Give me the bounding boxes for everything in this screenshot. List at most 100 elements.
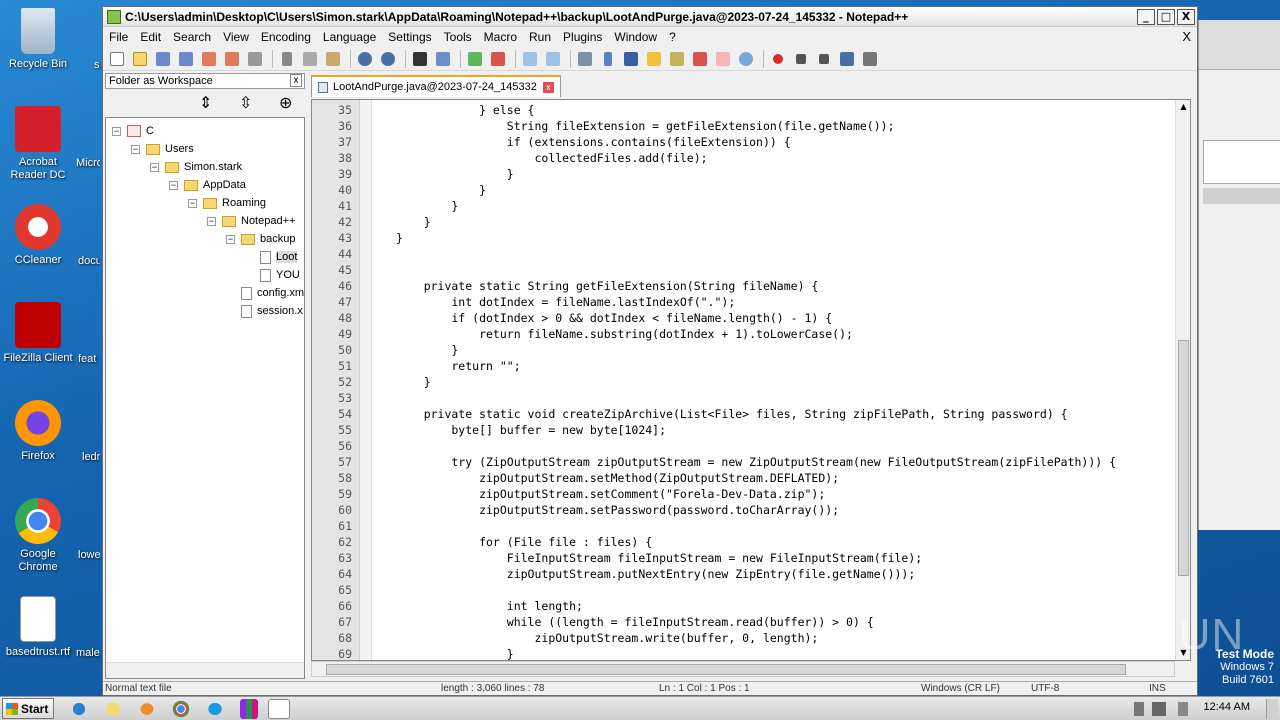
- fold-margin[interactable]: [360, 100, 372, 660]
- menu-file[interactable]: File: [103, 30, 134, 44]
- collapse-icon[interactable]: −: [131, 144, 140, 154]
- edge-icon[interactable]: [204, 699, 226, 719]
- code-line[interactable]: int dotIndex = fileName.lastIndexOf(".")…: [396, 294, 735, 310]
- minimize-button[interactable]: _: [1137, 8, 1155, 25]
- function-list-icon[interactable]: [690, 49, 710, 69]
- close-all-icon[interactable]: [222, 49, 242, 69]
- menu-view[interactable]: View: [217, 30, 255, 44]
- menu-language[interactable]: Language: [317, 30, 382, 44]
- desktop-icon-filezilla[interactable]: FileZilla Client: [0, 302, 76, 365]
- scroll-thumb[interactable]: [326, 664, 1126, 675]
- collapse-icon[interactable]: −: [207, 216, 216, 226]
- desktop-icon-partial-label[interactable]: male: [76, 647, 100, 659]
- internet-explorer-icon[interactable]: [68, 699, 90, 719]
- code-line[interactable]: }: [396, 198, 458, 214]
- tree-node[interactable]: − Users: [131, 140, 194, 158]
- code-line[interactable]: String fileExtension = getFileExtension(…: [396, 118, 895, 134]
- folder-workspace-icon[interactable]: [713, 49, 733, 69]
- word-wrap-icon[interactable]: [575, 49, 595, 69]
- tree-horizontal-scrollbar[interactable]: [106, 662, 304, 678]
- code-line[interactable]: int length;: [396, 598, 583, 614]
- desktop-icon-partial-label[interactable]: s: [94, 59, 102, 71]
- menu-window[interactable]: Window: [608, 30, 663, 44]
- desktop-icon-partial-label[interactable]: Micro: [76, 157, 100, 169]
- code-line[interactable]: }: [396, 342, 458, 358]
- tree-node[interactable]: Loot: [260, 248, 298, 266]
- code-line[interactable]: return fileName.substring(dotIndex + 1).…: [396, 326, 853, 342]
- close-document-button[interactable]: X: [1182, 29, 1191, 44]
- scroll-up-icon[interactable]: ▲: [1177, 100, 1190, 114]
- volume-icon[interactable]: [1134, 702, 1144, 716]
- code-line[interactable]: zipOutputStream.setPassword(password.toC…: [396, 502, 839, 518]
- menu-edit[interactable]: Edit: [134, 30, 167, 44]
- scroll-thumb[interactable]: [1178, 340, 1189, 576]
- background-window[interactable]: [1198, 20, 1280, 530]
- tree-node[interactable]: − C: [112, 122, 154, 140]
- start-button[interactable]: Start: [2, 698, 54, 719]
- tab-lootandpurge[interactable]: LootAndPurge.java@2023-07-24_145332 x: [311, 75, 561, 97]
- code-line[interactable]: if (extensions.contains(fileExtension)) …: [396, 134, 791, 150]
- collapse-icon[interactable]: −: [150, 162, 159, 172]
- tree-node[interactable]: − Notepad++: [207, 212, 295, 230]
- show-all-chars-icon[interactable]: [598, 49, 618, 69]
- code-line[interactable]: byte[] buffer = new byte[1024];: [396, 422, 666, 438]
- run-macro-multiple-icon[interactable]: [837, 49, 857, 69]
- winrar-icon[interactable]: [240, 699, 258, 719]
- desktop-icon-rtf[interactable]: basedtrust.rtf: [0, 596, 76, 659]
- code-line[interactable]: zipOutputStream.setComment("Forela-Dev-D…: [396, 486, 825, 502]
- redo-icon[interactable]: [378, 49, 398, 69]
- code-line[interactable]: FileInputStream fileInputStream = new Fi…: [396, 550, 922, 566]
- code-line[interactable]: zipOutputStream.setMethod(ZipOutputStrea…: [396, 470, 839, 486]
- find-icon[interactable]: [410, 49, 430, 69]
- title-bar[interactable]: C:\Users\admin\Desktop\C\Users\Simon.sta…: [103, 7, 1197, 27]
- code-line[interactable]: try (ZipOutputStream zipOutputStream = n…: [396, 454, 1116, 470]
- play-macro-icon[interactable]: [814, 49, 834, 69]
- menu-settings[interactable]: Settings: [382, 30, 437, 44]
- menu-encoding[interactable]: Encoding: [255, 30, 317, 44]
- tree-node[interactable]: session.x: [241, 302, 303, 320]
- code-line[interactable]: }: [396, 166, 514, 182]
- fold-all-icon[interactable]: ⇳: [239, 93, 252, 112]
- code-line[interactable]: zipOutputStream.write(buffer, 0, length)…: [396, 630, 818, 646]
- horizontal-scrollbar[interactable]: [311, 661, 1175, 677]
- desktop-icon-chrome[interactable]: Google Chrome: [0, 498, 76, 574]
- vertical-scrollbar[interactable]: ▲ ▼: [1175, 100, 1190, 660]
- code-line[interactable]: collectedFiles.add(file);: [396, 150, 707, 166]
- locate-current-file-icon[interactable]: ⊕: [279, 93, 292, 112]
- code-line[interactable]: for (File file : files) {: [396, 534, 652, 550]
- code-line[interactable]: }: [396, 214, 431, 230]
- code-editor[interactable]: 35 } else {36 String fileExtension = get…: [311, 99, 1191, 661]
- collapse-icon[interactable]: −: [226, 234, 235, 244]
- collapse-icon[interactable]: −: [112, 126, 121, 136]
- code-line[interactable]: zipOutputStream.putNextEntry(new ZipEntr…: [396, 566, 916, 582]
- code-line[interactable]: private static String getFileExtension(S…: [396, 278, 819, 294]
- menu-macro[interactable]: Macro: [478, 30, 523, 44]
- desktop-icon-partial-label[interactable]: ledr: [82, 451, 100, 463]
- indent-guide-icon[interactable]: [621, 49, 641, 69]
- user-language-icon[interactable]: [644, 49, 664, 69]
- tree-node[interactable]: config.xm: [241, 284, 304, 302]
- desktop-icon-partial-label[interactable]: lowe: [78, 549, 100, 561]
- code-line[interactable]: }: [396, 182, 486, 198]
- stop-macro-icon[interactable]: [791, 49, 811, 69]
- tree-node[interactable]: − AppData: [169, 176, 246, 194]
- code-line[interactable]: return "";: [396, 358, 520, 374]
- desktop-icon-firefox[interactable]: Firefox: [0, 400, 76, 463]
- save-icon[interactable]: [153, 49, 173, 69]
- save-macro-icon[interactable]: [860, 49, 880, 69]
- close-file-icon[interactable]: [199, 49, 219, 69]
- unfold-all-icon[interactable]: ⇕: [199, 93, 212, 112]
- panel-close-button[interactable]: x: [290, 74, 302, 87]
- sync-horizontal-icon[interactable]: [543, 49, 563, 69]
- copy-icon[interactable]: [300, 49, 320, 69]
- chrome-taskbar-icon[interactable]: [170, 699, 192, 719]
- sync-vertical-icon[interactable]: [520, 49, 540, 69]
- tab-close-icon[interactable]: x: [542, 81, 554, 93]
- code-line[interactable]: while ((length = fileInputStream.read(bu…: [396, 614, 874, 630]
- document-map-icon[interactable]: [667, 49, 687, 69]
- collapse-icon[interactable]: −: [169, 180, 178, 190]
- show-desktop-button[interactable]: [1266, 699, 1278, 719]
- code-line[interactable]: }: [396, 374, 431, 390]
- code-line[interactable]: if (dotIndex > 0 && dotIndex < fileName.…: [396, 310, 832, 326]
- desktop-icon-ccleaner[interactable]: CCleaner: [0, 204, 76, 267]
